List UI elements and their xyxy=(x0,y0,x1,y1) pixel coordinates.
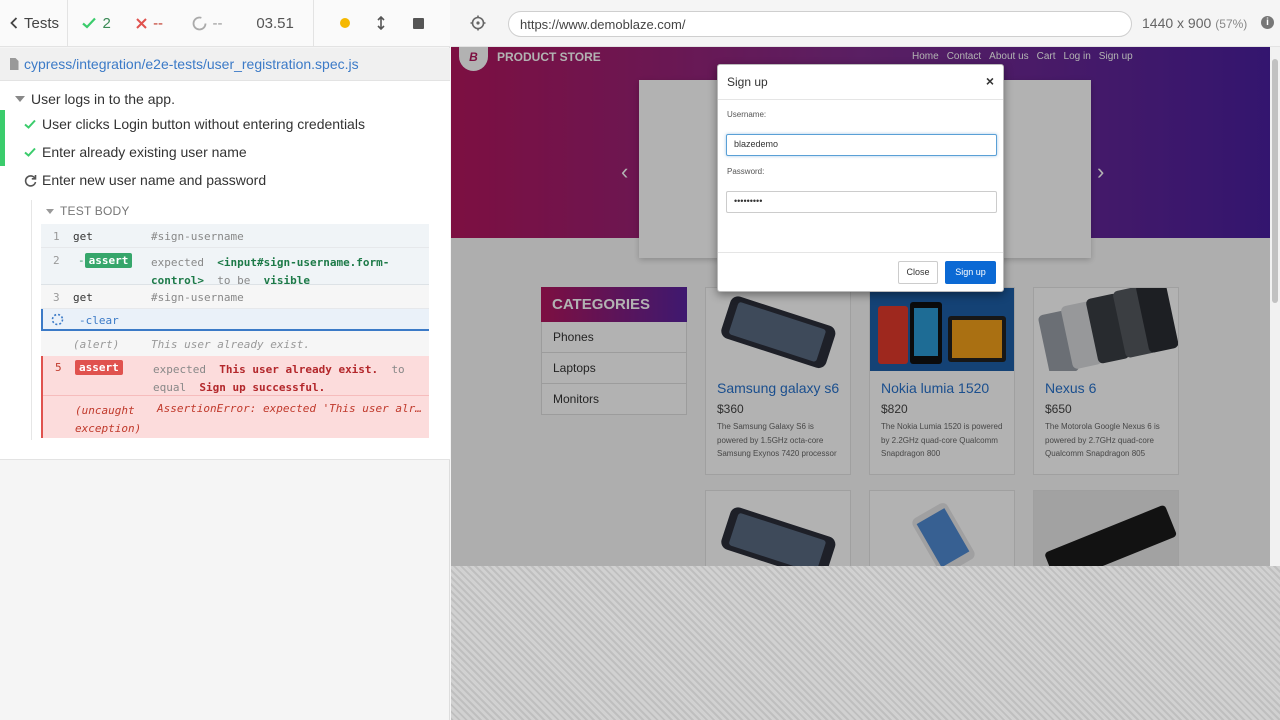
modal-title: Sign up xyxy=(727,75,768,89)
command-number: 5 xyxy=(55,361,62,374)
stop-icon[interactable] xyxy=(413,17,425,29)
pass-indicator xyxy=(0,110,5,138)
test-body-header[interactable]: TEST BODY xyxy=(46,204,130,218)
command-name: get xyxy=(73,291,93,304)
check-icon xyxy=(24,119,36,129)
divider xyxy=(718,99,1003,100)
command-name: get xyxy=(73,230,93,243)
scrollbar-thumb[interactable] xyxy=(1272,59,1278,303)
tests-back-button[interactable]: Tests xyxy=(0,0,69,47)
command-message: #sign-username xyxy=(151,291,244,304)
close-button[interactable]: Close xyxy=(898,261,938,284)
command-name: (alert) xyxy=(73,338,120,351)
exception-label: (uncaught exception) xyxy=(75,404,142,435)
auto-scroll-icon[interactable] xyxy=(377,16,385,30)
duration: 03.51 xyxy=(256,14,294,32)
test-body-label: TEST BODY xyxy=(60,204,130,218)
command-number: 1 xyxy=(53,230,60,243)
caret-down-icon xyxy=(15,96,25,102)
command-row[interactable]: 3 get #sign-username xyxy=(41,285,429,309)
refresh-icon xyxy=(24,174,37,187)
test-title: Enter already existing user name xyxy=(42,144,247,160)
aut-empty-area xyxy=(451,566,1280,720)
header-controls xyxy=(312,0,450,47)
command-row-failed[interactable]: 5 assert expected This user already exis… xyxy=(41,356,429,438)
username-label: Username: xyxy=(727,110,767,119)
failed-count: -- xyxy=(153,14,164,32)
selector-playground-icon[interactable] xyxy=(470,15,486,31)
x-icon xyxy=(136,17,147,29)
suite-title-row[interactable]: User logs in to the app. xyxy=(15,87,175,111)
info-icon[interactable]: i xyxy=(1261,16,1274,29)
command-message: This user already exist. xyxy=(151,338,310,351)
aut-iframe: B PRODUCT STORE Home Contact About us Ca… xyxy=(451,47,1280,566)
signup-button[interactable]: Sign up xyxy=(945,261,996,284)
runnables-list: User logs in to the app. User clicks Log… xyxy=(0,81,450,460)
file-icon xyxy=(10,58,19,70)
signup-modal: Sign up × Username: blazedemo Password: … xyxy=(717,64,1004,292)
command-number: 2 xyxy=(53,254,60,267)
viewport-size: 1440 x 900 xyxy=(1142,15,1212,31)
spec-path-link[interactable]: cypress/integration/e2e-tests/user_regis… xyxy=(24,56,359,72)
command-message: expected This user already exist. to equ… xyxy=(153,363,405,394)
assert-badge: assert xyxy=(75,360,123,375)
username-field[interactable]: blazedemo xyxy=(726,134,997,156)
viewport-scale: (57%) xyxy=(1215,17,1248,31)
test-row-1[interactable]: User clicks Login button without enterin… xyxy=(0,110,449,138)
test-row-3[interactable]: Enter new user name and password xyxy=(0,166,449,194)
pass-indicator xyxy=(0,138,5,166)
circle-icon xyxy=(192,16,206,30)
aut-header: https://www.demoblaze.com/ 1440 x 900 (57… xyxy=(451,0,1280,47)
password-field[interactable]: ••••••••• xyxy=(726,191,997,213)
assert-badge: assert xyxy=(84,253,133,268)
scrollbar[interactable] xyxy=(1270,47,1280,566)
command-row[interactable]: (alert) This user already exist. xyxy=(41,331,429,356)
check-icon xyxy=(24,147,36,157)
check-icon xyxy=(82,17,97,29)
close-icon[interactable]: × xyxy=(986,73,994,89)
command-log: 1 get #sign-username 2 - assert expected … xyxy=(41,224,429,438)
pending-count: -- xyxy=(212,14,223,32)
passed-count: 2 xyxy=(102,14,111,32)
commands-rail xyxy=(31,200,32,440)
suite-title: User logs in to the app. xyxy=(31,91,175,107)
command-row[interactable]: 1 get #sign-username xyxy=(41,224,429,248)
failed-stat[interactable]: -- xyxy=(122,0,177,47)
tests-label: Tests xyxy=(24,14,60,32)
pending-stat[interactable]: -- xyxy=(178,0,245,47)
command-name: - assert xyxy=(78,253,133,268)
command-name: -clear xyxy=(79,314,119,327)
url-bar[interactable]: https://www.demoblaze.com/ xyxy=(508,11,1132,37)
caret-down-icon xyxy=(46,208,54,214)
exception-message: AssertionError: expected 'This user alr… xyxy=(157,402,422,415)
divider xyxy=(718,252,1003,253)
chevron-left-icon xyxy=(10,17,18,29)
command-row[interactable]: 2 - assert expected <input#sign-username.… xyxy=(41,248,429,287)
running-indicator-icon xyxy=(339,18,350,28)
reporter-header: Tests 2 -- -- 03.51 xyxy=(0,0,450,47)
command-number: 3 xyxy=(53,291,60,304)
spinner-icon xyxy=(51,313,64,329)
test-title: Enter new user name and password xyxy=(42,172,267,188)
reporter-panel: Tests 2 -- -- 03.51 cypress/integration/… xyxy=(0,0,450,720)
test-title: User clicks Login button without enterin… xyxy=(42,116,365,132)
command-message: #sign-username xyxy=(151,230,244,243)
command-row-active[interactable]: -clear xyxy=(41,309,429,331)
test-row-2[interactable]: Enter already existing user name xyxy=(0,138,449,166)
viewport-info: 1440 x 900 (57%) xyxy=(1142,15,1247,31)
command-name: assert xyxy=(75,360,123,375)
password-label: Password: xyxy=(727,167,765,176)
divider xyxy=(43,395,429,396)
passed-stat[interactable]: 2 xyxy=(68,0,122,47)
spec-path-bar: cypress/integration/e2e-tests/user_regis… xyxy=(0,48,450,81)
